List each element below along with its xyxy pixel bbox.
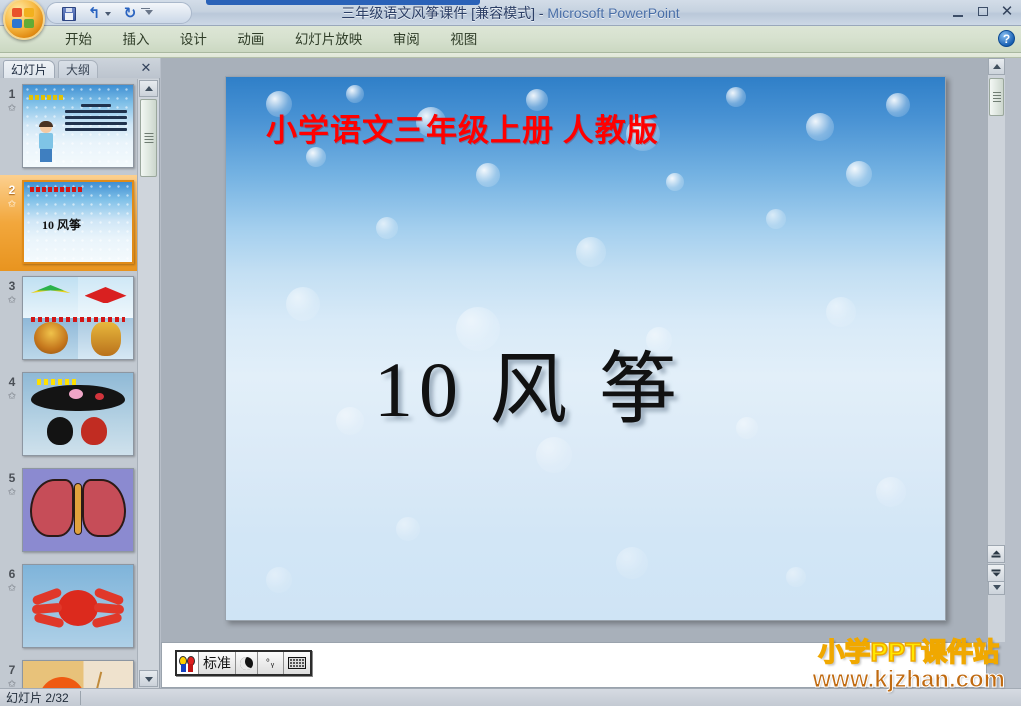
thumbnail-frame: [22, 84, 134, 168]
help-icon[interactable]: ?: [998, 30, 1015, 47]
tab-animations[interactable]: 动画: [224, 26, 277, 53]
scroll-up-icon[interactable]: [139, 80, 158, 97]
tab-design[interactable]: 设计: [167, 26, 220, 53]
maximize-button[interactable]: [973, 2, 993, 22]
thumbnail-preview: [23, 373, 133, 455]
animation-star-icon: ✩: [7, 103, 17, 114]
status-divider: [80, 691, 81, 705]
animation-star-icon: ✩: [7, 391, 17, 402]
thumbnail-number: 2: [8, 183, 16, 197]
ime-punctuation-icon[interactable]: °ᵧ: [258, 652, 284, 674]
current-slide[interactable]: 小学语文三年级上册 人教版 10 风 筝: [225, 76, 946, 621]
window-title-doc: 三年级语文风筝课件 [兼容模式]: [341, 5, 535, 21]
thumbnail-preview: [23, 469, 133, 551]
thumbnail-number: 1: [8, 87, 16, 101]
tab-insert[interactable]: 插入: [109, 26, 162, 53]
slide-main-text[interactable]: 10 风 筝: [374, 327, 683, 439]
thumbnail-scrollbar[interactable]: [137, 79, 159, 688]
thumbnail-item[interactable]: 4 ✩: [0, 367, 138, 463]
animation-star-icon: ✩: [7, 295, 17, 306]
ime-halfwidth-icon[interactable]: [236, 652, 258, 674]
thumbnail-frame: [22, 564, 134, 648]
thumbnail-frame: 10 风筝: [22, 180, 134, 264]
animation-star-icon: ✩: [7, 583, 17, 594]
thumbnail-frame: [22, 372, 134, 456]
animation-star-icon: ✩: [7, 199, 17, 210]
thumbnail-preview: [23, 661, 133, 688]
thumbnail-preview: 10 风筝: [24, 182, 132, 262]
animation-star-icon: ✩: [7, 487, 17, 498]
ribbon-tab-bar: 开始 插入 设计 动画 幻灯片放映 审阅 视图 ?: [0, 26, 1021, 53]
thumbnail-preview: [23, 565, 133, 647]
tab-view[interactable]: 视图: [437, 26, 490, 53]
thumbnail-title-text: 10 风筝: [42, 218, 82, 232]
tab-home[interactable]: 开始: [52, 26, 105, 53]
scrollbar-thumb[interactable]: [140, 99, 157, 177]
ime-toolbar[interactable]: 标准 °ᵧ: [175, 650, 312, 676]
window-title-app: Microsoft PowerPoint: [547, 5, 680, 21]
close-pane-icon[interactable]: ✕: [138, 60, 154, 76]
window-title-sep: -: [538, 5, 544, 21]
thumbnail-number: 4: [8, 375, 16, 389]
minimize-button[interactable]: [948, 2, 968, 22]
thumbnail-item[interactable]: 7 ✩: [0, 655, 138, 688]
thumbnail-number: 5: [8, 471, 16, 485]
thumbnail-list[interactable]: 1 ✩ 2 ✩ 10 风筝 3 ✩ 4 ✩ 5 ✩ 6 ✩ 7 ✩: [0, 79, 138, 688]
title-bar: ↰ ↻ 三年级语文风筝课件 [兼容模式] - Microsoft PowerPo…: [0, 0, 1021, 40]
pane-tab-strip: 幻灯片 大纲 ✕: [0, 58, 160, 78]
tab-outline[interactable]: 大纲: [58, 60, 99, 78]
office-logo-icon: [12, 8, 36, 30]
ime-mode-button[interactable]: 标准: [199, 652, 236, 674]
office-button[interactable]: [3, 0, 45, 40]
thumbnail-preview: [23, 85, 133, 167]
thumbnail-frame: [22, 468, 134, 552]
tab-review[interactable]: 审阅: [380, 26, 433, 53]
thumbnail-number: 6: [8, 567, 16, 581]
ribbon-tabs: 开始 插入 设计 动画 幻灯片放映 审阅 视图: [52, 26, 490, 53]
thumbnail-item[interactable]: 3 ✩: [0, 271, 138, 367]
thumbnail-number: 3: [8, 279, 16, 293]
tab-slides[interactable]: 幻灯片: [3, 60, 56, 78]
previous-slide-button[interactable]: [987, 545, 1005, 563]
slide-counter: 幻灯片 2/32: [6, 691, 69, 705]
ime-mode-label: 标准: [203, 655, 231, 671]
notes-pane[interactable]: 标准 °ᵧ: [161, 642, 987, 688]
powerpoint-window: ↰ ↻ 三年级语文风筝课件 [兼容模式] - Microsoft PowerPo…: [0, 0, 1021, 706]
thumbnail-frame: [22, 276, 134, 360]
thumbnail-number: 7: [8, 663, 16, 677]
ime-keyboard-icon[interactable]: [284, 652, 310, 674]
thumbnail-preview: [23, 277, 133, 359]
slide-thumbnail-pane: 幻灯片 大纲 ✕ 1 ✩ 2 ✩ 10 风筝 3 ✩ 4 ✩ 5 ✩ 6 ✩ 7…: [0, 58, 160, 688]
thumbnail-item-selected[interactable]: 2 ✩ 10 风筝: [0, 175, 138, 271]
next-slide-button[interactable]: [987, 564, 1005, 582]
slide-editing-stage[interactable]: 小学语文三年级上册 人教版 10 风 筝: [161, 58, 987, 642]
close-button[interactable]: ✕: [997, 2, 1017, 22]
tab-slideshow[interactable]: 幻灯片放映: [282, 26, 376, 53]
slide-title-text[interactable]: 小学语文三年级上册 人教版: [266, 105, 659, 150]
status-bar: 幻灯片 2/32: [0, 688, 1021, 706]
thumbnail-frame: [22, 660, 134, 688]
scroll-up-icon[interactable]: [988, 58, 1005, 75]
thumbnail-item[interactable]: 1 ✩: [0, 79, 138, 175]
thumbnail-item[interactable]: 6 ✩: [0, 559, 138, 655]
scroll-down-icon[interactable]: [139, 670, 158, 687]
thumbnail-item[interactable]: 5 ✩: [0, 463, 138, 559]
scrollbar-thumb[interactable]: [989, 78, 1004, 116]
animation-star-icon: ✩: [7, 679, 17, 688]
window-controls: ✕: [948, 2, 1017, 22]
ime-logo-icon[interactable]: [177, 652, 199, 674]
window-title: 三年级语文风筝课件 [兼容模式] - Microsoft PowerPoint: [0, 0, 1021, 26]
